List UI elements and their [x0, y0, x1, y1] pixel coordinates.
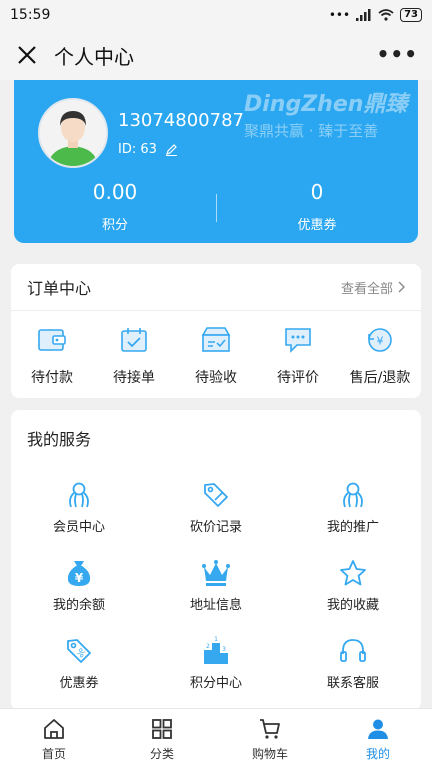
order-pending-accept[interactable]: 待接单 — [94, 325, 174, 387]
chevron-right-icon — [398, 281, 405, 293]
more-menu-button[interactable]: ••• — [377, 42, 418, 66]
order-center-title: 订单中心 — [27, 279, 92, 298]
refund-icon: ¥ — [368, 328, 392, 352]
order-item-label: 待付款 — [31, 370, 73, 386]
calendar-check-icon — [121, 328, 147, 352]
home-icon — [44, 719, 64, 739]
status-bar: 15:59 ••• 73 — [0, 0, 432, 30]
order-after-sales[interactable]: ¥ 售后/退款 — [340, 325, 420, 387]
service-member-center[interactable]: 会员中心 — [11, 480, 147, 535]
services-title: 我的服务 — [27, 430, 92, 449]
svg-text:¥: ¥ — [377, 335, 384, 348]
user-id-row: ID: 63 — [118, 142, 178, 157]
box-check-icon — [201, 327, 231, 352]
service-bargain-records[interactable]: 砍价记录 — [148, 480, 284, 535]
notification-dots-icon: ••• — [328, 8, 351, 22]
user-id: ID: 63 — [118, 142, 157, 157]
points-stat[interactable]: 0.00 积分 — [14, 180, 216, 233]
coupons-stat[interactable]: 0 优惠券 — [216, 180, 418, 233]
points-value: 0.00 — [92, 180, 138, 204]
order-center-header: 订单中心 查看全部 — [11, 264, 421, 311]
tab-label: 分类 — [149, 747, 174, 761]
order-center-card: 订单中心 查看全部 待付款 待接单 待验收 待评价 ¥ 售后/退款 — [11, 264, 421, 398]
coupons-value: 0 — [310, 180, 324, 204]
close-icon — [18, 46, 36, 64]
tab-cart[interactable]: 购物车 — [216, 709, 324, 769]
status-indicators: ••• 73 — [329, 8, 422, 22]
view-all-label: 查看全部 — [340, 281, 393, 297]
order-pending-payment[interactable]: 待付款 — [12, 325, 92, 387]
service-label: 砍价记录 — [189, 520, 242, 535]
order-item-label: 售后/退款 — [349, 370, 411, 386]
order-status-row: 待付款 待接单 待验收 待评价 ¥ 售后/退款 — [11, 311, 421, 387]
podium-icon: 2 1 3 — [204, 636, 228, 664]
service-label: 我的收藏 — [326, 598, 379, 613]
page-title: 个人中心 — [54, 44, 134, 69]
chat-bubble-icon — [285, 328, 311, 353]
avatar[interactable] — [38, 98, 108, 168]
service-label: 我的推广 — [326, 520, 379, 535]
nav-bar: 个人中心 ••• — [0, 30, 432, 80]
member-icon — [69, 482, 89, 508]
grid-icon — [152, 719, 172, 739]
user-phone: 13074800787 — [118, 110, 244, 131]
watermark-brand: DingZhen鼎臻 — [244, 92, 408, 117]
service-customer-support[interactable]: 联系客服 — [285, 636, 421, 691]
brand-watermark: DingZhen鼎臻 聚鼎共赢 · 臻于至善 — [244, 86, 414, 141]
wifi-icon — [378, 9, 394, 21]
view-all-orders-link[interactable]: 查看全部 — [341, 278, 405, 297]
svg-text:2: 2 — [206, 643, 210, 650]
service-label: 我的余额 — [52, 598, 105, 613]
service-my-favorites[interactable]: 我的收藏 — [285, 558, 421, 613]
tab-home[interactable]: 首页 — [0, 709, 108, 769]
service-label: 优惠券 — [59, 676, 99, 691]
service-my-balance[interactable]: ¥ 我的余额 — [11, 558, 147, 613]
bottom-tab-bar: 首页 分类 购物车 我的 — [0, 708, 432, 769]
price-tag-icon — [204, 483, 228, 507]
more-dots-icon: ••• — [376, 42, 418, 66]
battery-indicator: 73 — [400, 8, 422, 22]
order-item-label: 待验收 — [195, 370, 237, 386]
my-services-card: 我的服务 会员中心 砍价记录 我的推广 ¥ 我的余额 地址信息 我的收藏 % 优… — [11, 410, 421, 710]
promotion-icon — [343, 482, 363, 508]
tab-label: 我的 — [365, 747, 390, 761]
service-my-promotion[interactable]: 我的推广 — [285, 480, 421, 535]
service-label: 联系客服 — [326, 676, 379, 691]
service-label: 积分中心 — [189, 676, 242, 691]
tab-label: 首页 — [41, 747, 66, 761]
user-icon — [368, 719, 388, 739]
edit-icon[interactable] — [165, 143, 178, 156]
watermark-slogan: 聚鼎共赢 · 臻于至善 — [244, 122, 379, 140]
status-time: 15:59 — [10, 7, 51, 23]
cart-icon — [260, 719, 280, 739]
money-bag-icon: ¥ — [67, 561, 91, 586]
tab-label: 购物车 — [251, 747, 288, 761]
svg-text:1: 1 — [214, 636, 218, 643]
service-address-info[interactable]: 地址信息 — [148, 558, 284, 613]
coupons-label: 优惠券 — [297, 218, 337, 233]
close-button[interactable] — [12, 40, 42, 70]
avatar-person-icon — [40, 100, 106, 166]
star-icon — [340, 560, 366, 586]
profile-card: 13074800787 ID: 63 DingZhen鼎臻 聚鼎共赢 · 臻于至… — [14, 80, 418, 243]
order-item-label: 待接单 — [113, 370, 155, 386]
service-label: 地址信息 — [189, 598, 242, 613]
tab-category[interactable]: 分类 — [108, 709, 216, 769]
order-pending-inspection[interactable]: 待验收 — [176, 325, 256, 387]
points-label: 积分 — [101, 218, 128, 233]
coupon-icon: % — [67, 639, 91, 663]
crown-icon — [202, 560, 230, 586]
order-item-label: 待评价 — [277, 370, 319, 386]
order-pending-review[interactable]: 待评价 — [258, 325, 338, 387]
service-coupons[interactable]: % 优惠券 — [11, 636, 147, 691]
service-label: 会员中心 — [52, 520, 105, 535]
tab-mine[interactable]: 我的 — [324, 709, 432, 769]
svg-text:3: 3 — [222, 646, 226, 653]
svg-text:¥: ¥ — [75, 571, 84, 585]
wallet-icon — [38, 329, 66, 351]
service-points-center[interactable]: 2 1 3 积分中心 — [148, 636, 284, 691]
headset-icon — [340, 639, 366, 662]
signal-icon — [356, 9, 371, 21]
